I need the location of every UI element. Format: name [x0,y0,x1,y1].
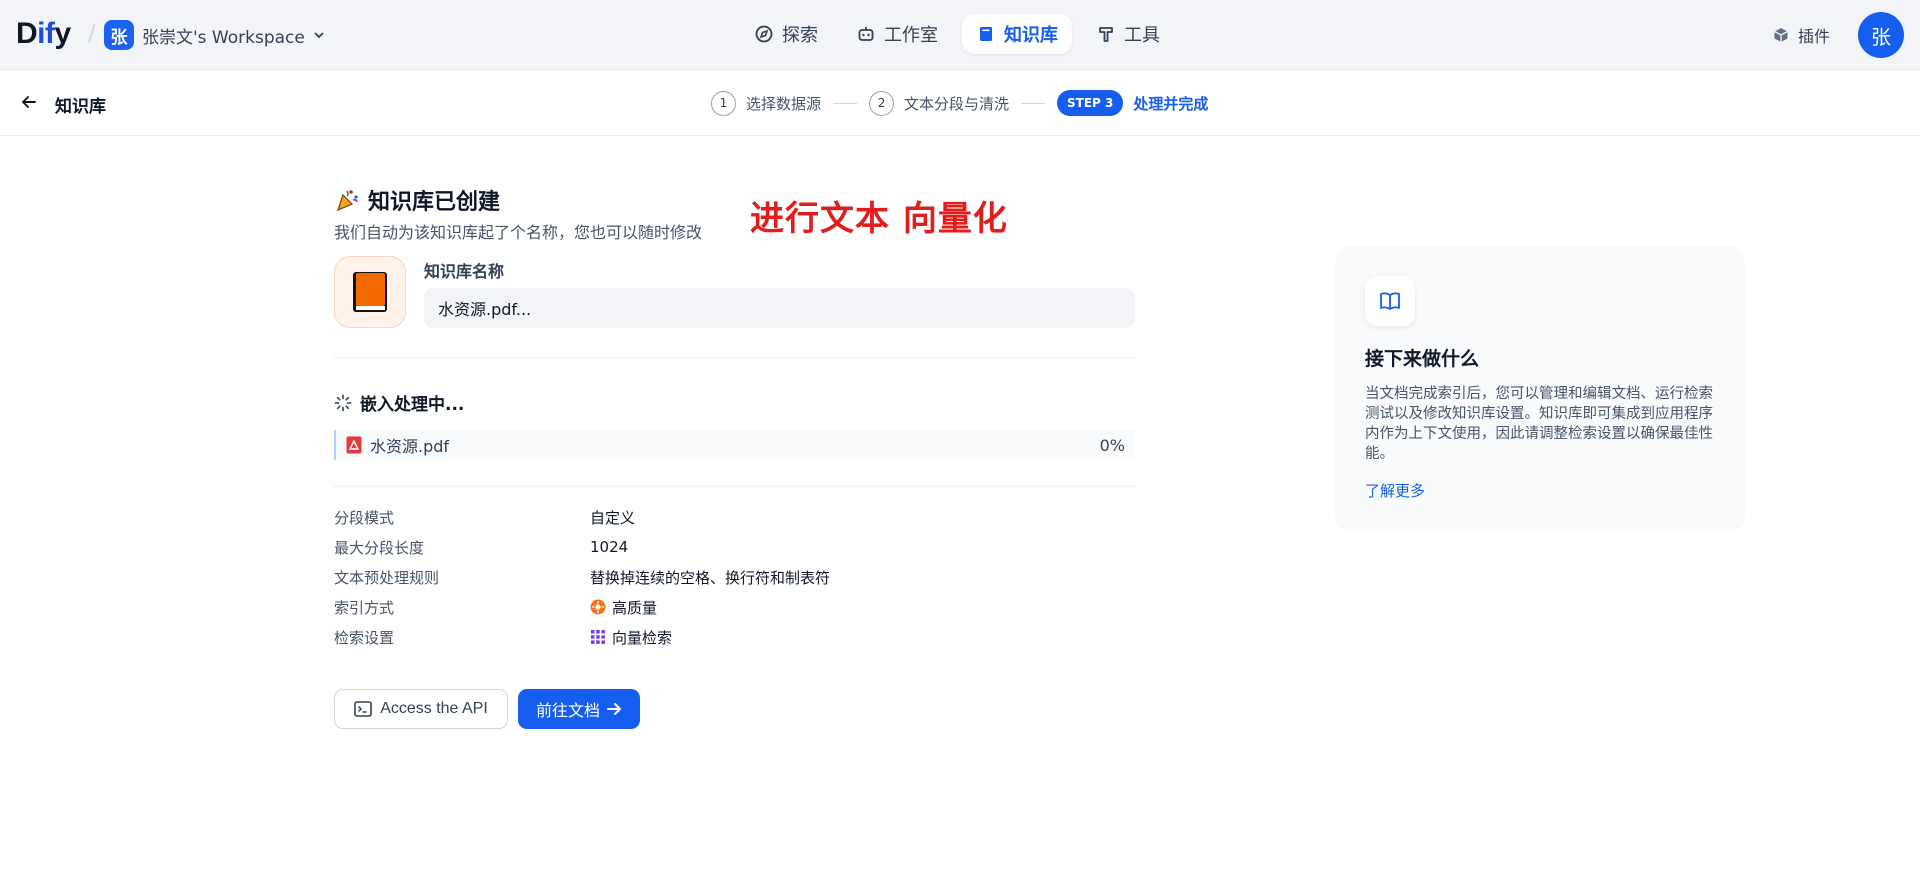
step-3-badge: STEP 3 [1057,90,1124,116]
summary-value-text: 高质量 [612,598,658,617]
summary-row: 分段模式 自定义 [334,502,1135,532]
summary-key: 分段模式 [334,508,395,527]
go-to-document-button[interactable]: 前往文档 [518,689,640,729]
grid-icon [591,630,605,644]
summary-key: 最大分段长度 [334,538,425,557]
plugin-button[interactable]: 插件 [1772,23,1830,47]
logo-text-suffix: y [54,17,72,50]
summary-row: 文本预处理规则 替换掉连续的空格、换行符和制表符 [334,562,1135,592]
annotation-overlay-text: 进行文本 向量化 [750,199,1008,239]
access-api-button[interactable]: Access the API [334,689,508,729]
step-2-number: 2 [869,90,895,116]
step-1-label: 选择数据源 [746,94,822,113]
compass-icon [755,25,773,43]
summary-value: 替换掉连续的空格、换行符和制表符 [590,567,830,588]
access-api-label: Access the API [380,700,488,717]
summary-key: 文本预处理规则 [334,568,440,587]
summary-row: 最大分段长度 1024 [334,532,1135,562]
sun-icon [590,599,606,615]
summary-value: 向量检索 [590,627,672,648]
summary-value-text: 自定义 [590,508,636,527]
summary-row: 索引方式 高质量 [334,592,1135,622]
pdf-file-icon [346,436,362,454]
stepper: 1 选择数据源 2 文本分段与清洗 STEP 3 处理并完成 [711,89,1208,117]
loading-spinner-icon [334,394,352,411]
summary-key: 检索设置 [334,628,395,647]
divider-slash: / [88,22,96,47]
main-nav-tabs: 探索 工作室 知识库 工具 [740,14,1174,54]
knowledge-name-input[interactable]: 水资源.pdf... [424,288,1135,328]
created-description: 我们自动为该知识库起了个名称，您也可以随时修改 [334,223,703,242]
open-book-icon [1365,276,1415,326]
summary-value-text: 替换掉连续的空格、换行符和制表符 [590,568,831,587]
workspace-name: 张崇文's Workspace [142,27,305,48]
top-nav-bar: Dify / 张 张崇文's Workspace 探索 工作室 知识库 工具 插… [0,0,1920,70]
summary-row: 检索设置 向量检索 [334,622,1135,652]
nav-tab-label: 工作室 [884,25,938,46]
knowledge-name-label: 知识库名称 [424,262,505,281]
nav-tab-label: 工具 [1124,25,1160,46]
nav-tab-studio[interactable]: 工作室 [842,14,952,54]
next-steps-title: 接下来做什么 [1365,348,1480,370]
step-header-bar: 知识库 1 选择数据源 2 文本分段与清洗 STEP 3 处理并完成 [0,70,1920,136]
summary-value: 1024 [590,538,628,556]
orange-book-icon [353,272,387,312]
workspace-switcher[interactable]: 张 张崇文's Workspace [104,19,325,51]
embedding-status: 嵌入处理中... [334,390,464,415]
chevron-down-icon [314,32,324,39]
summary-key: 索引方式 [334,598,395,617]
summary-value-text: 1024 [590,538,629,556]
go-to-document-label: 前往文档 [535,701,600,720]
terminal-icon [354,701,372,717]
settings-summary: 分段模式 自定义 最大分段长度 1024 文本预处理规则 替换掉连续的空格、换行… [334,502,1135,652]
logo-text-prefix: D [16,17,38,50]
step-connector [1021,102,1046,104]
back-arrow-icon[interactable] [20,92,38,116]
cube-icon [1774,28,1788,42]
nav-tab-explore[interactable]: 探索 [740,14,832,54]
dify-logo[interactable]: Dify [16,17,71,51]
hammer-icon [1099,27,1113,42]
nav-tab-label: 探索 [782,25,818,46]
summary-value-text: 向量检索 [612,628,673,647]
robot-icon [858,27,874,41]
nav-tab-label: 知识库 [1004,25,1058,46]
next-steps-text: 当文档完成索引后，您可以管理和编辑文档、运行检索测试以及修改知识库设置。知识库即… [1365,386,1713,462]
arrow-right-icon [607,703,621,715]
created-title: 知识库已创建 [368,190,501,215]
divider [334,357,1135,358]
file-name: 水资源.pdf [370,437,450,456]
logo-text-mid: if [37,17,55,50]
file-progress-percent: 0% [1099,435,1125,455]
summary-value: 高质量 [590,597,657,618]
step-connector [833,102,858,104]
summary-value: 自定义 [590,507,635,528]
knowledge-icon-picker[interactable] [334,256,406,328]
workspace-badge: 张 [104,20,134,50]
next-steps-card: 接下来做什么 当文档完成索引后，您可以管理和编辑文档、运行检索测试以及修改知识库… [1335,246,1745,532]
learn-more-link[interactable]: 了解更多 [1365,480,1425,501]
embedding-title: 嵌入处理中... [360,395,465,415]
file-progress-row: 水资源.pdf 0% [334,430,1135,460]
divider [334,486,1135,487]
step-1-number: 1 [711,90,736,116]
party-popper-icon [337,190,358,212]
nav-tab-knowledge[interactable]: 知识库 [962,14,1072,54]
step-3-label: 处理并完成 [1133,94,1209,113]
nav-tab-tools[interactable]: 工具 [1082,14,1174,54]
page-title: 知识库 [55,97,106,117]
created-heading: 知识库已创建 [334,184,500,216]
book-icon [980,27,992,41]
step-2-label: 文本分段与清洗 [904,94,1010,113]
user-avatar[interactable]: 张 [1858,12,1904,58]
plugin-label: 插件 [1798,27,1831,46]
